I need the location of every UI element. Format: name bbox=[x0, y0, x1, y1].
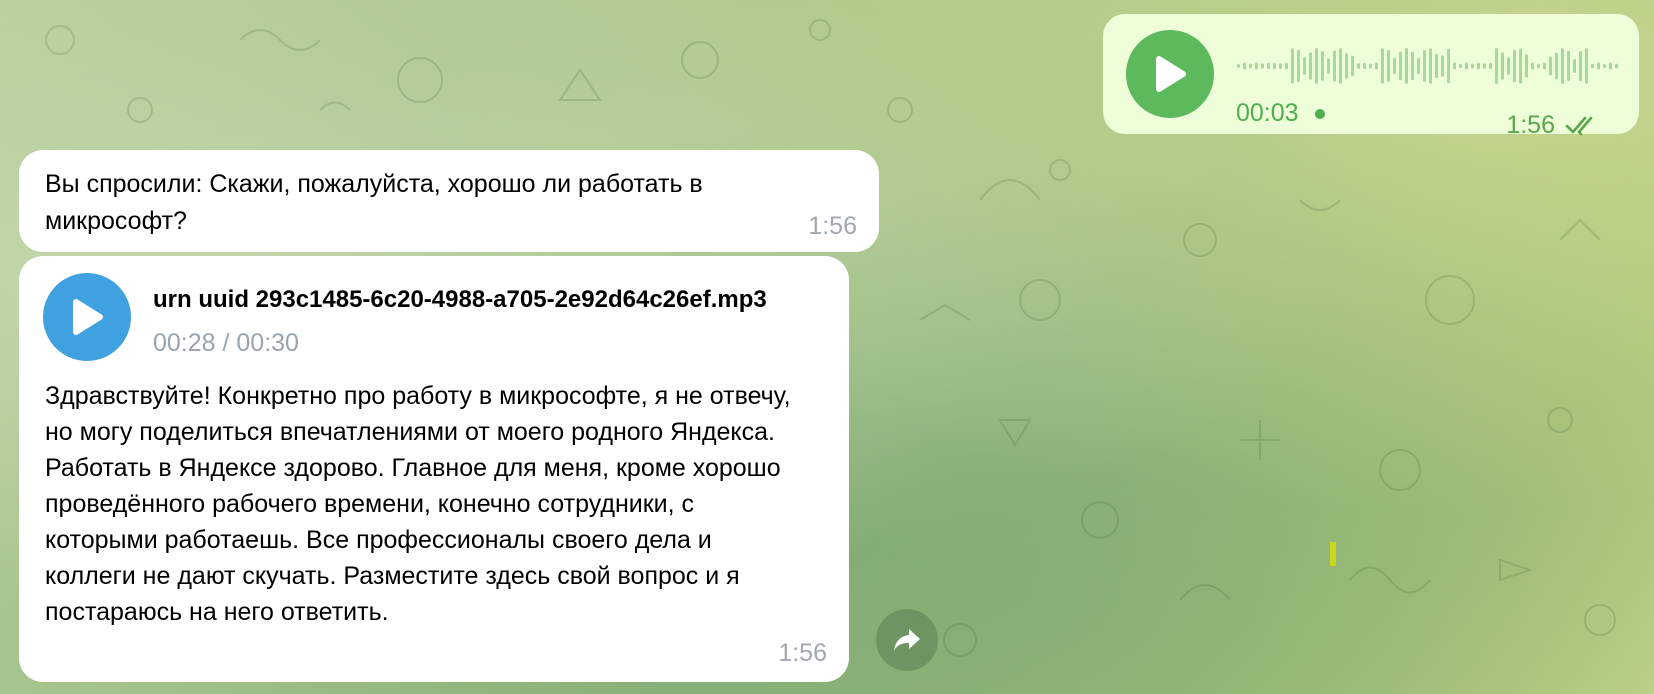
forward-button[interactable] bbox=[876, 609, 938, 671]
waveform-bar bbox=[1243, 62, 1246, 70]
waveform-bar bbox=[1315, 48, 1318, 84]
waveform-bar bbox=[1459, 63, 1462, 69]
waveform-bar bbox=[1321, 51, 1324, 81]
message-text: Вы спросили: Скажи, пожалуйста, хорошо л… bbox=[45, 170, 703, 235]
waveform-bar bbox=[1549, 56, 1552, 76]
waveform-bar bbox=[1585, 48, 1588, 84]
waveform-bar bbox=[1411, 51, 1414, 81]
waveform-bar bbox=[1333, 50, 1336, 82]
waveform-bar bbox=[1609, 62, 1612, 70]
voice-play-button[interactable] bbox=[1126, 30, 1214, 118]
waveform-bar bbox=[1591, 63, 1594, 69]
waveform-bar bbox=[1495, 48, 1498, 84]
waveform-bar bbox=[1279, 63, 1282, 69]
waveform-bar bbox=[1483, 63, 1486, 69]
waveform-bar bbox=[1441, 55, 1444, 77]
incoming-question-message[interactable]: Вы спросили: Скажи, пожалуйста, хорошо л… bbox=[19, 150, 879, 252]
audio-filename[interactable]: urn uuid 293c1485-6c20-4988-a705-2e92d64… bbox=[153, 286, 767, 314]
waveform-bar bbox=[1417, 57, 1420, 75]
play-icon bbox=[73, 299, 103, 335]
audio-play-button[interactable] bbox=[43, 273, 131, 361]
waveform-bar bbox=[1453, 62, 1456, 70]
waveform-bar bbox=[1447, 48, 1450, 84]
voice-waveform[interactable] bbox=[1236, 46, 1620, 86]
waveform-bar bbox=[1615, 63, 1618, 69]
incoming-answer-message[interactable]: urn uuid 293c1485-6c20-4988-a705-2e92d64… bbox=[19, 256, 849, 682]
waveform-bar bbox=[1519, 48, 1522, 84]
waveform-bar bbox=[1381, 48, 1384, 84]
cursor-marker bbox=[1330, 542, 1336, 566]
waveform-bar bbox=[1261, 63, 1264, 69]
waveform-bar bbox=[1405, 48, 1408, 84]
waveform-bar bbox=[1399, 51, 1402, 81]
forward-arrow-icon bbox=[894, 629, 920, 651]
waveform-bar bbox=[1489, 62, 1492, 70]
waveform-bar bbox=[1561, 48, 1564, 84]
waveform-bar bbox=[1543, 62, 1546, 70]
voice-duration: 00:03 bbox=[1236, 99, 1299, 127]
waveform-bar bbox=[1423, 50, 1426, 82]
waveform-bar bbox=[1237, 64, 1240, 68]
message-text: Здравствуйте! Конкретно про работу в мик… bbox=[45, 382, 791, 626]
waveform-bar bbox=[1435, 53, 1438, 79]
waveform-bar bbox=[1393, 57, 1396, 75]
waveform-bar bbox=[1255, 62, 1258, 70]
waveform-bar bbox=[1465, 62, 1468, 70]
message-time: 1:56 bbox=[778, 639, 827, 667]
waveform-bar bbox=[1291, 48, 1294, 84]
waveform-bar bbox=[1477, 62, 1480, 70]
unplayed-dot bbox=[1315, 109, 1325, 119]
waveform-bar bbox=[1273, 63, 1276, 70]
waveform-bar bbox=[1507, 57, 1510, 75]
audio-progress: 00:28 / 00:30 bbox=[153, 329, 299, 357]
outgoing-voice-message[interactable]: 00:03 1:56 bbox=[1103, 14, 1639, 139]
waveform-bar bbox=[1555, 52, 1558, 80]
waveform-bar bbox=[1369, 63, 1372, 69]
waveform-bar bbox=[1471, 63, 1474, 69]
waveform-bar bbox=[1345, 53, 1348, 79]
waveform-bar bbox=[1579, 50, 1582, 82]
message-time: 1:56 bbox=[808, 212, 857, 240]
waveform-bar bbox=[1303, 57, 1306, 75]
waveform-bar bbox=[1501, 52, 1504, 80]
waveform-bar bbox=[1375, 62, 1378, 70]
waveform-bar bbox=[1387, 50, 1390, 82]
voice-message-time: 1:56 bbox=[1506, 111, 1555, 139]
play-icon bbox=[1156, 56, 1186, 92]
waveform-bar bbox=[1267, 62, 1270, 70]
waveform-bar bbox=[1513, 49, 1516, 83]
waveform-bar bbox=[1603, 64, 1606, 69]
waveform-bar bbox=[1297, 49, 1300, 83]
waveform-bar bbox=[1351, 55, 1354, 76]
waveform-bar bbox=[1567, 50, 1570, 82]
waveform-bar bbox=[1537, 63, 1540, 69]
waveform-bar bbox=[1285, 62, 1288, 70]
waveform-bar bbox=[1363, 62, 1366, 70]
waveform-bar bbox=[1573, 58, 1576, 73]
double-check-icon bbox=[1565, 116, 1593, 136]
waveform-bar bbox=[1429, 48, 1432, 84]
waveform-bar bbox=[1525, 54, 1528, 78]
waveform-bar bbox=[1309, 52, 1312, 80]
waveform-bar bbox=[1357, 63, 1360, 69]
waveform-bar bbox=[1249, 63, 1252, 69]
waveform-bar bbox=[1339, 48, 1342, 84]
waveform-bar bbox=[1531, 62, 1534, 70]
waveform-bar bbox=[1327, 58, 1330, 74]
waveform-bar bbox=[1597, 62, 1600, 70]
